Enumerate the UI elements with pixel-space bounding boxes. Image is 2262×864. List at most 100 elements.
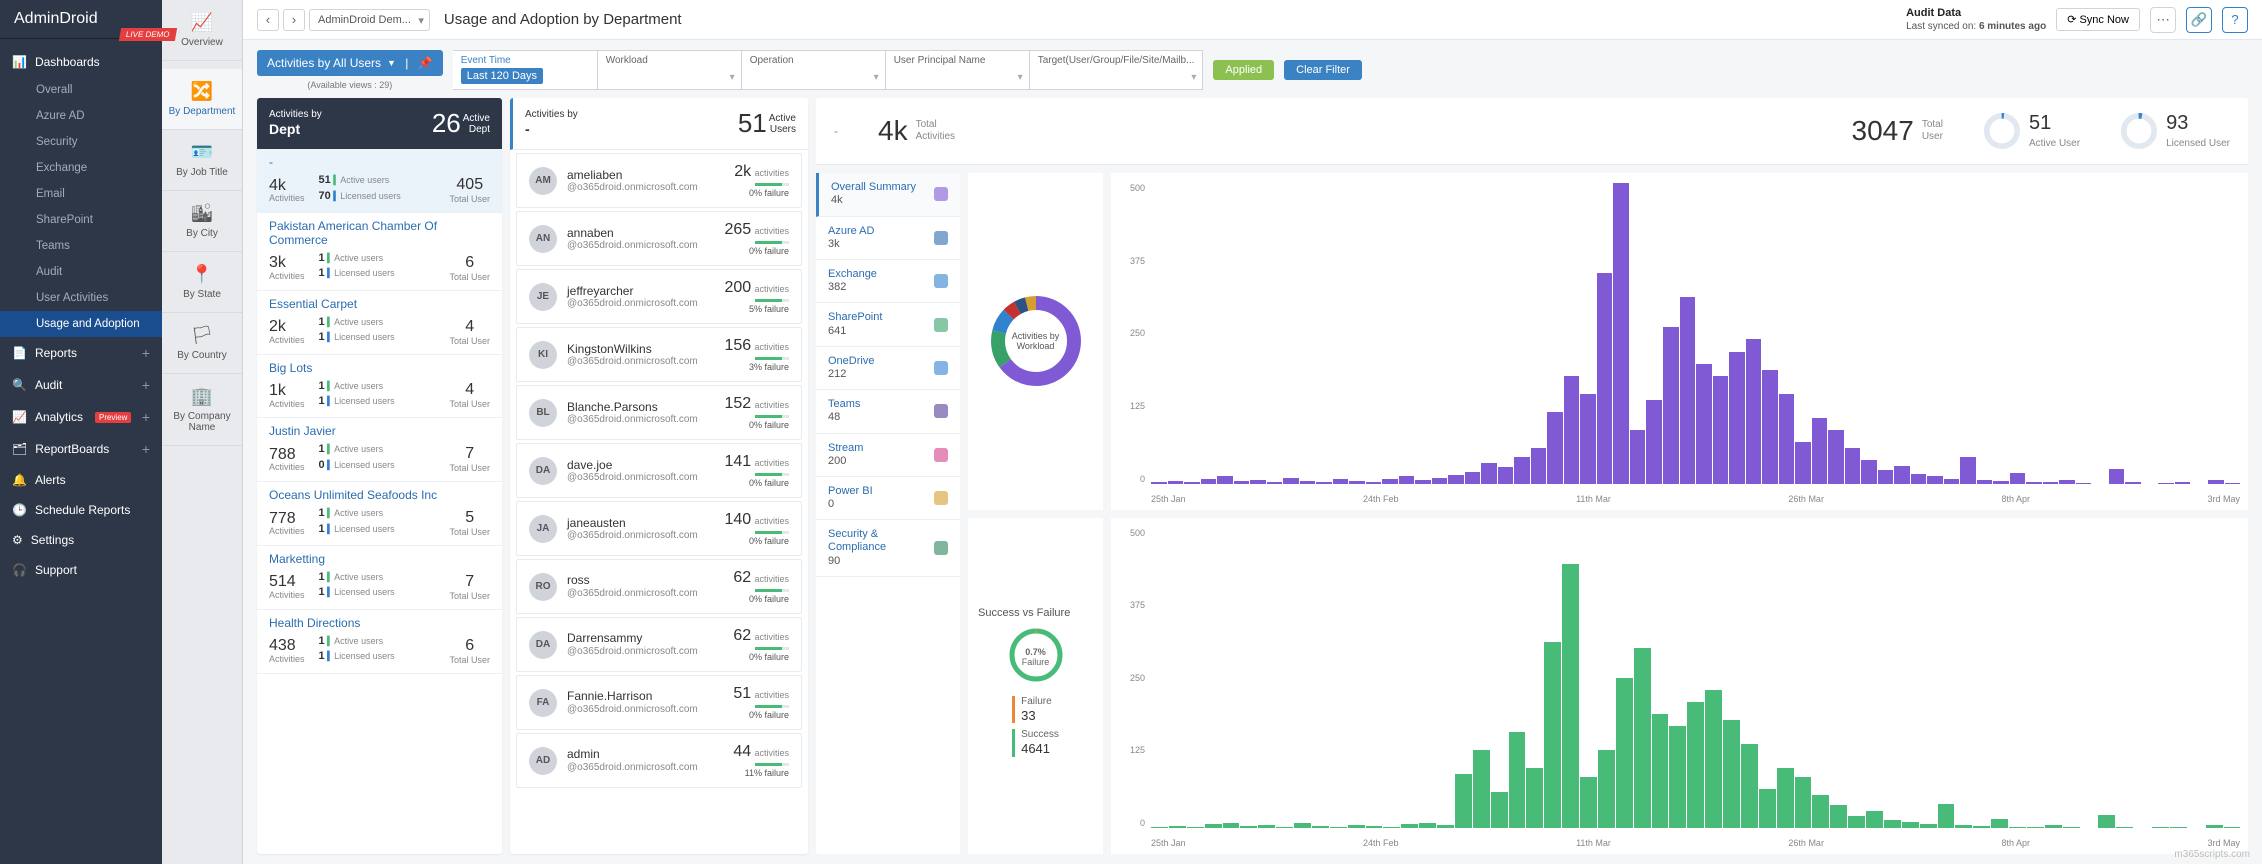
- workload-icon: [934, 361, 948, 375]
- gauge-icon: [1983, 112, 2021, 150]
- users-column-header: Activities by- 51ActiveUsers: [510, 98, 808, 150]
- avatar: DA: [529, 631, 557, 659]
- view-tabs: 📈Overview🔀By Department🪪By Job Title🏙By …: [162, 0, 243, 864]
- dept-row[interactable]: Justin Javier 788Activities 1 ▍Active us…: [257, 418, 502, 482]
- workload-icon: [934, 491, 948, 505]
- applied-button[interactable]: Applied: [1213, 60, 1274, 80]
- user-row[interactable]: FA Fannie.Harrison@o365droid.onmicrosoft…: [516, 675, 802, 730]
- user-row[interactable]: DA Darrensammy@o365droid.onmicrosoft.com…: [516, 617, 802, 672]
- nav-support[interactable]: 🎧 Support: [0, 555, 162, 585]
- nav-item-azure-ad[interactable]: Azure AD: [0, 103, 162, 129]
- user-row[interactable]: AM ameliaben@o365droid.onmicrosoft.com 2…: [516, 153, 802, 208]
- avatar: JA: [529, 515, 557, 543]
- workload-item[interactable]: SharePoint641: [816, 303, 960, 346]
- dept-column: Activities byDept 26ActiveDept - 4kActiv…: [257, 98, 502, 854]
- subtab-by-company-name[interactable]: 🏢By Company Name: [162, 374, 242, 446]
- kpi-total-user: 3047 TotalUser: [1852, 115, 1943, 147]
- chart-success-ring: Success vs Failure 0.7%Failure Failure33…: [968, 518, 1103, 854]
- nav-reportboards[interactable]: 🗂 ReportBoards+: [0, 433, 162, 465]
- sync-now-button[interactable]: ⟳ Sync Now: [2056, 8, 2140, 31]
- subtab-by-job-title[interactable]: 🪪By Job Title: [162, 130, 242, 191]
- nav-item-security[interactable]: Security: [0, 129, 162, 155]
- workload-item[interactable]: Security & Compliance90: [816, 520, 960, 577]
- dept-row[interactable]: Essential Carpet 2kActivities 1 ▍Active …: [257, 291, 502, 355]
- help-link-icon[interactable]: 🔗: [2186, 7, 2212, 33]
- legend-success: Success4641: [1012, 729, 1059, 757]
- subtab-by-department[interactable]: 🔀By Department: [162, 69, 242, 130]
- nav-item-user-activities[interactable]: User Activities: [0, 285, 162, 311]
- nav-schedule[interactable]: 🕒 Schedule Reports: [0, 495, 162, 525]
- workload-list: Overall Summary4kAzure AD3kExchange382Sh…: [816, 173, 960, 854]
- nav-audit[interactable]: 🔍 Audit+: [0, 369, 162, 401]
- live-demo-badge: LIVE DEMO: [119, 28, 177, 41]
- user-row[interactable]: DA dave.joe@o365droid.onmicrosoft.com 14…: [516, 443, 802, 498]
- help-icon[interactable]: ?: [2222, 7, 2248, 33]
- subtab-by-city[interactable]: 🏙By City: [162, 191, 242, 252]
- avatar: RO: [529, 573, 557, 601]
- user-row[interactable]: BL Blanche.Parsons@o365droid.onmicrosoft…: [516, 385, 802, 440]
- workload-item[interactable]: OneDrive212: [816, 347, 960, 390]
- more-options-button[interactable]: ⋯: [2150, 7, 2176, 33]
- subtab-by-country[interactable]: 🏳By Country: [162, 313, 242, 374]
- summary-panel: - 4k TotalActivities 3047 TotalUser 51Ac…: [816, 98, 2248, 854]
- user-row[interactable]: KI KingstonWilkins@o365droid.onmicrosoft…: [516, 327, 802, 382]
- user-row[interactable]: JA janeausten@o365droid.onmicrosoft.com …: [516, 501, 802, 556]
- clear-filter-button[interactable]: Clear Filter: [1284, 60, 1362, 80]
- workload-icon: [934, 274, 948, 288]
- nav-settings[interactable]: ⚙ Settings: [0, 525, 162, 555]
- avatar: AM: [529, 167, 557, 195]
- user-row[interactable]: RO ross@o365droid.onmicrosoft.com 62 act…: [516, 559, 802, 614]
- workload-item[interactable]: Stream200: [816, 434, 960, 477]
- nav-forward-button[interactable]: ›: [283, 9, 305, 31]
- kpi-active-user: 51Active User: [1983, 112, 2080, 150]
- dept-row[interactable]: - 4kActivities 51 ▍Active users70 ▍Licen…: [257, 149, 502, 213]
- nav-item-audit[interactable]: Audit: [0, 259, 162, 285]
- filter-event-time[interactable]: Event Time Last 120 Days: [453, 50, 597, 90]
- dept-row[interactable]: Health Directions 438Activities 1 ▍Activ…: [257, 610, 502, 674]
- dept-row[interactable]: Marketting 514Activities 1 ▍Active users…: [257, 546, 502, 610]
- gauge-icon: [2120, 112, 2158, 150]
- workload-icon: [934, 318, 948, 332]
- dept-row[interactable]: Pakistan American Chamber Of Commerce 3k…: [257, 213, 502, 291]
- nav-item-exchange[interactable]: Exchange: [0, 155, 162, 181]
- workload-item[interactable]: Exchange382: [816, 260, 960, 303]
- workload-item[interactable]: Overall Summary4k: [816, 173, 960, 216]
- nav-alerts[interactable]: 🔔 Alerts: [0, 465, 162, 495]
- brand-logo: AdminDroid LIVE DEMO: [0, 0, 162, 39]
- filter-upn[interactable]: User Principal Name: [885, 50, 1029, 90]
- filter-bar: Activities by All Users ▼ | 📌 (Available…: [243, 40, 2262, 98]
- nav-item-email[interactable]: Email: [0, 181, 162, 207]
- summary-dash: -: [834, 124, 838, 138]
- nav-item-overall[interactable]: Overall: [0, 77, 162, 103]
- main-sidebar: AdminDroid LIVE DEMO 📊 Dashboards Overal…: [0, 0, 162, 864]
- nav-item-sharepoint[interactable]: SharePoint: [0, 207, 162, 233]
- breadcrumb[interactable]: AdminDroid Dem...: [309, 9, 430, 31]
- page-title: Usage and Adoption by Department: [444, 11, 682, 28]
- workload-item[interactable]: Azure AD3k: [816, 217, 960, 260]
- chart-activities-bars: 5003752501250 25th Jan24th Feb11th Mar26…: [1111, 173, 2248, 509]
- filter-operation[interactable]: Operation: [741, 50, 885, 90]
- nav-item-usage-and-adoption[interactable]: Usage and Adoption: [0, 311, 162, 337]
- available-views-label: (Available views : 29): [257, 80, 443, 90]
- dept-row[interactable]: Oceans Unlimited Seafoods Inc 778Activit…: [257, 482, 502, 546]
- user-row[interactable]: AN annaben@o365droid.onmicrosoft.com 265…: [516, 211, 802, 266]
- subtab-by-state[interactable]: 📍By State: [162, 252, 242, 313]
- filter-target[interactable]: Target(User/Group/File/Site/Mailb...: [1029, 50, 1204, 90]
- nav-dashboards[interactable]: 📊 Dashboards: [0, 47, 162, 77]
- user-row[interactable]: AD admin@o365droid.onmicrosoft.com 44 ac…: [516, 733, 802, 788]
- dept-row[interactable]: Big Lots 1kActivities 1 ▍Active users1 ▍…: [257, 355, 502, 419]
- nav-reports[interactable]: 📄 Reports+: [0, 337, 162, 369]
- workload-item[interactable]: Teams48: [816, 390, 960, 433]
- workload-icon: [934, 187, 948, 201]
- legend-failure: Failure33: [1012, 696, 1059, 724]
- nav-back-button[interactable]: ‹: [257, 9, 279, 31]
- nav-analytics[interactable]: 📈 Analytics Preview+: [0, 401, 162, 433]
- pin-icon[interactable]: 📌: [418, 56, 433, 70]
- nav-item-teams[interactable]: Teams: [0, 233, 162, 259]
- chart-success-bars: 5003752501250 25th Jan24th Feb11th Mar26…: [1111, 518, 2248, 854]
- filter-workload[interactable]: Workload: [597, 50, 741, 90]
- avatar: JE: [529, 283, 557, 311]
- workload-item[interactable]: Power BI0: [816, 477, 960, 520]
- user-row[interactable]: JE jeffreyarcher@o365droid.onmicrosoft.c…: [516, 269, 802, 324]
- activities-dropdown[interactable]: Activities by All Users ▼ | 📌: [257, 50, 443, 76]
